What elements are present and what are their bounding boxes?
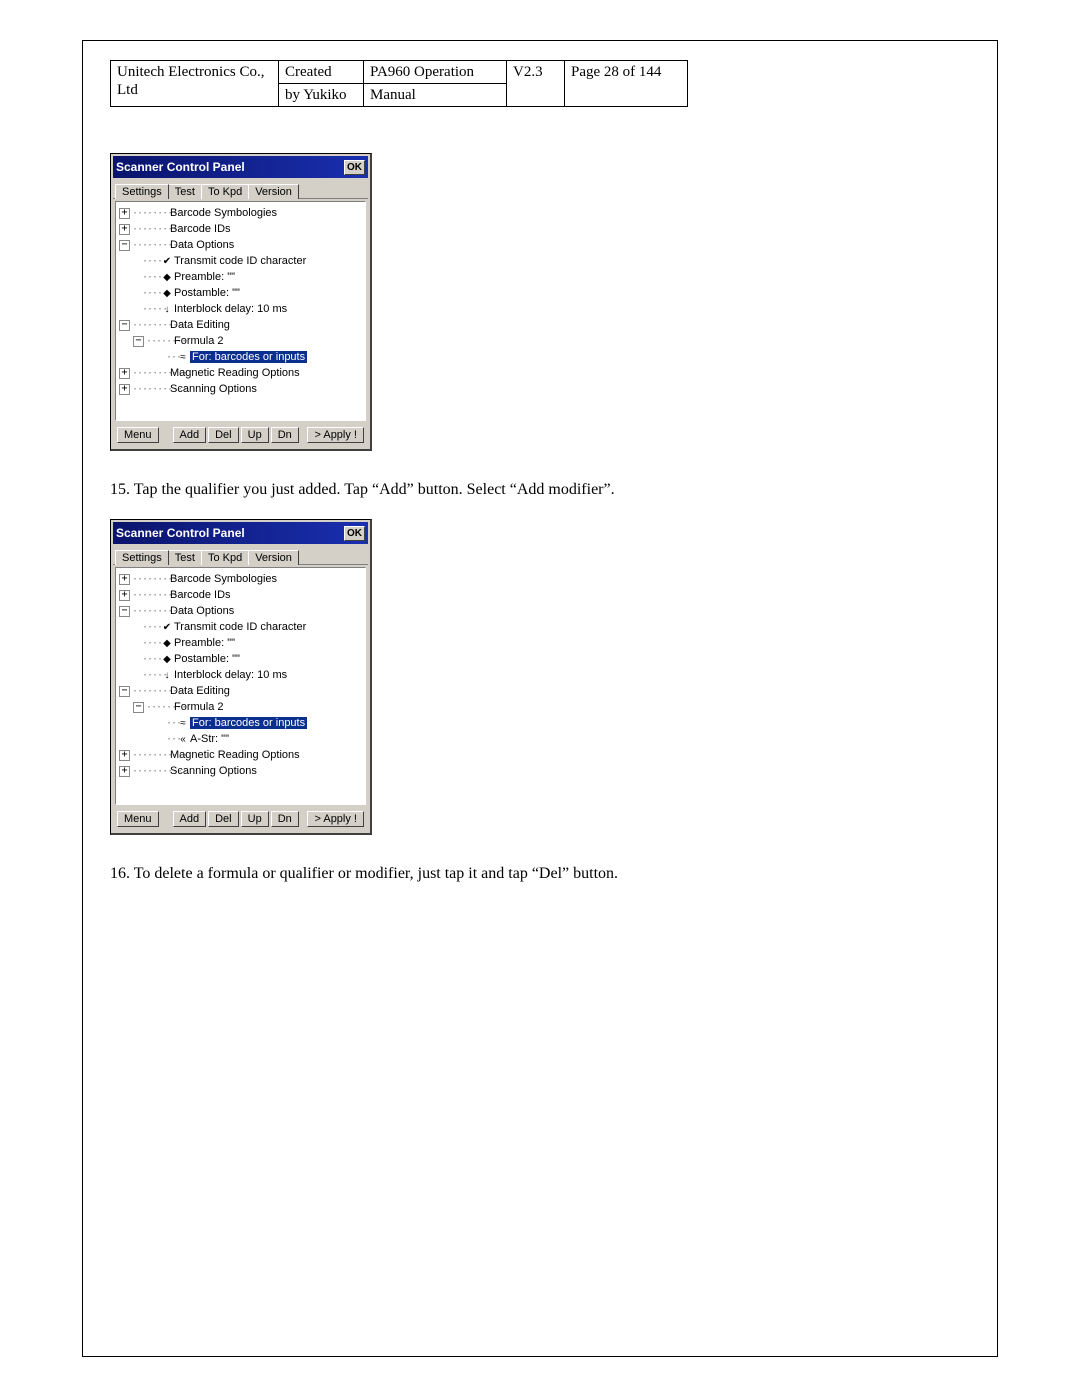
tree-item[interactable]: Magnetic Reading Options xyxy=(170,749,300,761)
diamond-icon: ◆ xyxy=(162,638,172,649)
tree-item[interactable]: Barcode Symbologies xyxy=(170,573,277,585)
tree-item[interactable]: Magnetic Reading Options xyxy=(170,367,300,379)
tree-item[interactable]: Barcode IDs xyxy=(170,589,231,601)
scanner-control-panel-screenshot-2: Scanner Control Panel OK Settings Test T… xyxy=(110,519,372,835)
down-arrow-icon: ↓ xyxy=(162,670,172,681)
menu-button[interactable]: Menu xyxy=(117,427,159,443)
hdr-doc-l2: Manual xyxy=(364,84,507,107)
window-title: Scanner Control Panel xyxy=(116,160,245,174)
tree-item[interactable]: Postamble: "" xyxy=(174,653,240,665)
tab-version[interactable]: Version xyxy=(248,184,299,199)
expand-icon[interactable]: + xyxy=(119,384,130,395)
tree-item[interactable]: Formula 2 xyxy=(174,701,224,713)
approx-icon: ≈ xyxy=(178,718,188,729)
tree-item-selected[interactable]: For: barcodes or inputs xyxy=(190,717,307,729)
tree-item[interactable]: Preamble: "" xyxy=(174,271,235,283)
diamond-icon: ◆ xyxy=(162,288,172,299)
dn-button[interactable]: Dn xyxy=(271,811,299,827)
expand-icon[interactable]: + xyxy=(119,590,130,601)
apply-button[interactable]: > Apply ! xyxy=(307,811,364,827)
tab-to-kpd[interactable]: To Kpd xyxy=(201,184,249,199)
settings-tree[interactable]: +···········Barcode Symbologies +·······… xyxy=(115,201,366,421)
expand-icon[interactable]: + xyxy=(119,208,130,219)
expand-icon[interactable]: + xyxy=(119,750,130,761)
window-title: Scanner Control Panel xyxy=(116,526,245,540)
hdr-doc-l1: PA960 Operation xyxy=(364,61,507,84)
collapse-icon[interactable]: − xyxy=(119,240,130,251)
check-icon: ✔ xyxy=(162,256,172,267)
tree-item[interactable]: Barcode Symbologies xyxy=(170,207,277,219)
del-button[interactable]: Del xyxy=(208,427,239,443)
step-16-text: 16. To delete a formula or qualifier or … xyxy=(110,865,980,883)
document-header: Unitech Electronics Co., Ltd Created PA9… xyxy=(110,60,688,107)
tab-test[interactable]: Test xyxy=(168,550,202,565)
collapse-icon[interactable]: − xyxy=(119,686,130,697)
diamond-icon: ◆ xyxy=(162,272,172,283)
hdr-version: V2.3 xyxy=(507,61,565,107)
collapse-icon[interactable]: − xyxy=(119,320,130,331)
expand-icon[interactable]: + xyxy=(119,368,130,379)
diamond-icon: ◆ xyxy=(162,654,172,665)
step-15-text: 15. Tap the qualifier you just added. Ta… xyxy=(110,481,980,499)
collapse-icon[interactable]: − xyxy=(133,336,144,347)
ok-button[interactable]: OK xyxy=(344,526,365,541)
tab-test[interactable]: Test xyxy=(168,184,202,199)
tree-item[interactable]: Scanning Options xyxy=(170,383,257,395)
tree-item[interactable]: Data Options xyxy=(170,605,234,617)
tree-item[interactable]: Formula 2 xyxy=(174,335,224,347)
tab-settings[interactable]: Settings xyxy=(115,184,169,199)
apply-button[interactable]: > Apply ! xyxy=(307,427,364,443)
tree-item[interactable]: Interblock delay: 10 ms xyxy=(174,669,287,681)
tab-settings[interactable]: Settings xyxy=(115,550,169,565)
up-button[interactable]: Up xyxy=(241,427,269,443)
check-icon: ✔ xyxy=(162,622,172,633)
tab-version[interactable]: Version xyxy=(248,550,299,565)
menu-button[interactable]: Menu xyxy=(117,811,159,827)
tree-item[interactable]: Transmit code ID character xyxy=(174,255,306,267)
down-arrow-icon: ↓ xyxy=(162,304,172,315)
hdr-page: Page 28 of 144 xyxy=(565,61,688,107)
double-left-icon: « xyxy=(178,734,188,745)
hdr-created-l2: by Yukiko xyxy=(279,84,364,107)
settings-tree[interactable]: +···········Barcode Symbologies +·······… xyxy=(115,567,366,805)
hdr-company: Unitech Electronics Co., Ltd xyxy=(111,61,279,107)
scanner-control-panel-screenshot-1: Scanner Control Panel OK Settings Test T… xyxy=(110,153,372,451)
add-button[interactable]: Add xyxy=(173,811,207,827)
collapse-icon[interactable]: − xyxy=(119,606,130,617)
tree-item-selected[interactable]: For: barcodes or inputs xyxy=(190,351,307,363)
button-bar: Menu Add Del Up Dn > Apply ! xyxy=(113,423,368,447)
button-bar: Menu Add Del Up Dn > Apply ! xyxy=(113,807,368,831)
expand-icon[interactable]: + xyxy=(119,574,130,585)
tree-item[interactable]: Transmit code ID character xyxy=(174,621,306,633)
tab-bar: Settings Test To Kpd Version xyxy=(113,180,368,199)
hdr-created-l1: Created xyxy=(279,61,364,84)
tree-item[interactable]: Postamble: "" xyxy=(174,287,240,299)
collapse-icon[interactable]: − xyxy=(133,702,144,713)
approx-icon: ≈ xyxy=(178,352,188,363)
window-titlebar: Scanner Control Panel OK xyxy=(113,522,368,544)
tree-item[interactable]: Scanning Options xyxy=(170,765,257,777)
tree-item[interactable]: Barcode IDs xyxy=(170,223,231,235)
ok-button[interactable]: OK xyxy=(344,160,365,175)
tree-item[interactable]: Data Options xyxy=(170,239,234,251)
dn-button[interactable]: Dn xyxy=(271,427,299,443)
tree-item[interactable]: Interblock delay: 10 ms xyxy=(174,303,287,315)
expand-icon[interactable]: + xyxy=(119,224,130,235)
tab-bar: Settings Test To Kpd Version xyxy=(113,546,368,565)
tree-item[interactable]: Preamble: "" xyxy=(174,637,235,649)
tree-item[interactable]: Data Editing xyxy=(170,319,230,331)
tab-to-kpd[interactable]: To Kpd xyxy=(201,550,249,565)
tree-item[interactable]: Data Editing xyxy=(170,685,230,697)
window-titlebar: Scanner Control Panel OK xyxy=(113,156,368,178)
add-button[interactable]: Add xyxy=(173,427,207,443)
tree-item[interactable]: A-Str: "" xyxy=(190,733,229,745)
expand-icon[interactable]: + xyxy=(119,766,130,777)
up-button[interactable]: Up xyxy=(241,811,269,827)
del-button[interactable]: Del xyxy=(208,811,239,827)
